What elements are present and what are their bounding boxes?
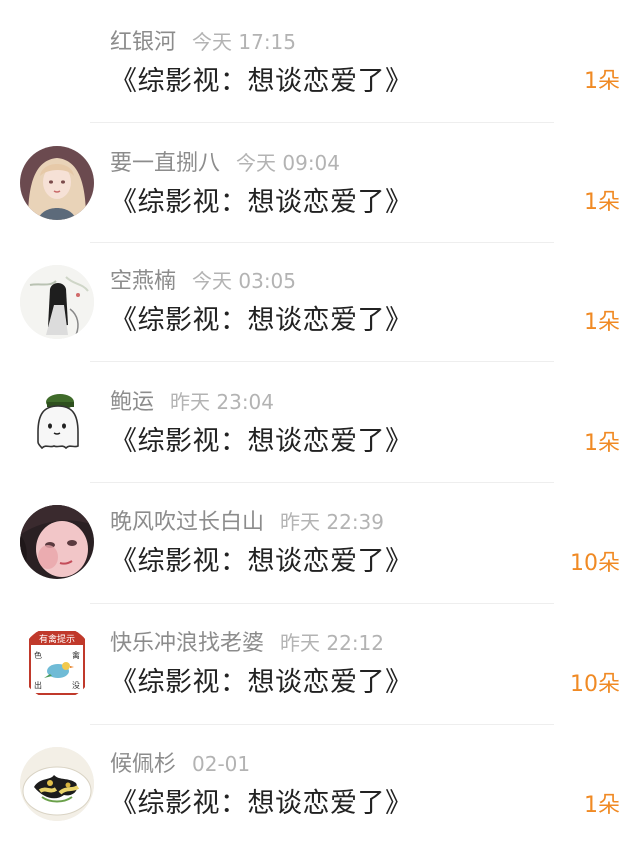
user-meta: 鲍运 昨天 23:04	[110, 387, 274, 417]
list-item[interactable]: 鲍运 昨天 23:04 《综影视：想谈恋爱了》 1朵	[0, 362, 640, 483]
user-name[interactable]: 晚风吹过长白山	[110, 510, 264, 535]
flower-count: 1朵	[584, 431, 620, 456]
timestamp: 昨天 22:39	[280, 510, 385, 534]
sign-left-bottom: 出	[34, 680, 42, 690]
sign-right-bottom: 没	[72, 680, 80, 690]
avatar[interactable]	[20, 265, 94, 339]
sign-top-text: 有禽提示	[39, 633, 75, 645]
flower-count: 1朵	[584, 69, 620, 94]
user-meta: 候佩杉 02-01	[110, 749, 250, 779]
ink-painting-icon	[20, 265, 94, 339]
timestamp: 02-01	[192, 752, 251, 776]
timestamp: 昨天 22:12	[280, 631, 385, 655]
avatar[interactable]	[20, 747, 94, 821]
flower-count: 10朵	[570, 551, 620, 576]
timestamp: 今天 17:15	[192, 30, 297, 54]
avatar[interactable]	[20, 505, 94, 579]
book-title[interactable]: 《综影视：想谈恋爱了》	[110, 663, 413, 703]
girl-portrait-icon	[20, 146, 94, 220]
user-name[interactable]: 空燕楠	[110, 269, 176, 294]
sign-left-top: 色	[34, 650, 42, 660]
flower-count: 10朵	[570, 672, 620, 697]
bird-sign-icon: 有禽提示 色 禽 出 没	[20, 626, 94, 700]
avatar[interactable]	[20, 386, 94, 460]
timestamp: 今天 03:05	[192, 269, 297, 293]
book-title[interactable]: 《综影视：想谈恋爱了》	[110, 62, 413, 102]
avatar[interactable]	[20, 146, 94, 220]
user-name[interactable]: 红银河	[110, 30, 176, 55]
user-name[interactable]: 要一直捌八	[110, 151, 220, 176]
list-item[interactable]: 有禽提示 色 禽 出 没 快乐冲浪找老婆 昨天 22:12 《综影视：想谈恋爱了》…	[0, 603, 640, 725]
user-name[interactable]: 鲍运	[110, 390, 154, 415]
gift-list: 红银河 今天 17:15 《综影视：想谈恋爱了》 1朵 要一直捌八 今天 09:04…	[0, 0, 640, 834]
timestamp: 昨天 23:04	[170, 390, 275, 414]
book-title[interactable]: 《综影视：想谈恋爱了》	[110, 422, 413, 462]
ghost-with-hat-icon	[20, 386, 94, 460]
timestamp: 今天 09:04	[236, 151, 341, 175]
flower-count: 1朵	[584, 190, 620, 215]
user-name[interactable]: 候佩杉	[110, 752, 176, 777]
sign-right-top: 禽	[72, 650, 80, 660]
book-title[interactable]: 《综影视：想谈恋爱了》	[110, 301, 413, 341]
book-title[interactable]: 《综影视：想谈恋爱了》	[110, 784, 413, 824]
book-title[interactable]: 《综影视：想谈恋爱了》	[110, 183, 413, 223]
user-meta: 晚风吹过长白山 昨天 22:39	[110, 507, 384, 537]
user-name[interactable]: 快乐冲浪找老婆	[110, 631, 264, 656]
user-meta: 红银河 今天 17:15	[110, 27, 296, 57]
book-title[interactable]: 《综影视：想谈恋爱了》	[110, 542, 413, 582]
user-meta: 空燕楠 今天 03:05	[110, 266, 296, 296]
flower-count: 1朵	[584, 793, 620, 818]
food-plate-icon	[20, 747, 94, 821]
list-item[interactable]: 晚风吹过长白山 昨天 22:39 《综影视：想谈恋爱了》 10朵	[0, 482, 640, 604]
list-item[interactable]: 空燕楠 今天 03:05 《综影视：想谈恋爱了》 1朵	[0, 241, 640, 362]
list-item[interactable]: 要一直捌八 今天 09:04 《综影视：想谈恋爱了》 1朵	[0, 121, 640, 243]
girl-closeup-icon	[20, 505, 94, 579]
user-meta: 快乐冲浪找老婆 昨天 22:12	[110, 628, 384, 658]
flower-count: 1朵	[584, 310, 620, 335]
list-item[interactable]: 红银河 今天 17:15 《综影视：想谈恋爱了》 1朵	[0, 0, 640, 123]
avatar[interactable]: 有禽提示 色 禽 出 没	[20, 626, 94, 700]
list-item[interactable]: 候佩杉 02-01 《综影视：想谈恋爱了》 1朵	[0, 724, 640, 844]
user-meta: 要一直捌八 今天 09:04	[110, 148, 340, 178]
